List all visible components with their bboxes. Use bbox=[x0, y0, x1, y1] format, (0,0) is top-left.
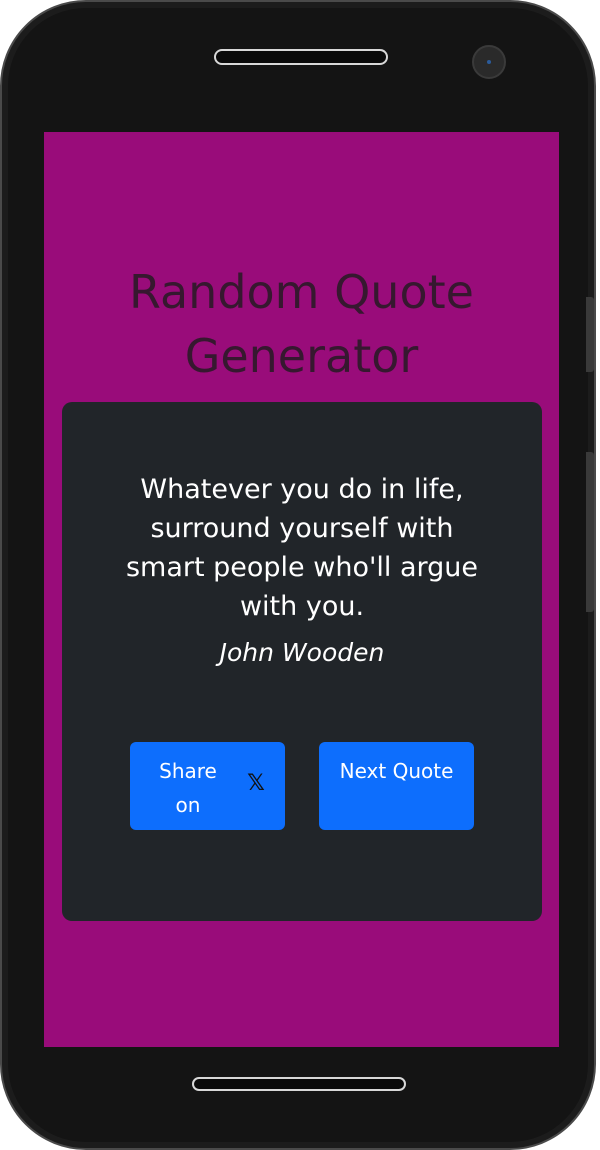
power-button bbox=[586, 452, 594, 612]
quote-text: Whatever you do in life, surround yourse… bbox=[125, 474, 479, 622]
earpiece-speaker bbox=[214, 49, 388, 65]
quote-author: John Wooden bbox=[219, 638, 385, 667]
app-screen: Random Quote Generator Whatever you do i… bbox=[44, 132, 559, 1047]
page-title: Random Quote Generator bbox=[129, 265, 474, 383]
quote-card: Whatever you do in life, surround yourse… bbox=[62, 402, 542, 921]
front-camera-icon bbox=[472, 45, 506, 79]
share-on-x-button[interactable]: Share on 𝕏 bbox=[130, 742, 285, 830]
share-button-label: Share on bbox=[159, 759, 217, 817]
x-logo-icon: 𝕏 bbox=[247, 771, 265, 796]
volume-button bbox=[586, 297, 594, 372]
next-quote-button[interactable]: Next Quote bbox=[319, 742, 474, 830]
next-quote-label: Next Quote bbox=[339, 759, 454, 783]
phone-frame: Random Quote Generator Whatever you do i… bbox=[0, 0, 596, 1150]
bottom-speaker bbox=[192, 1077, 406, 1091]
